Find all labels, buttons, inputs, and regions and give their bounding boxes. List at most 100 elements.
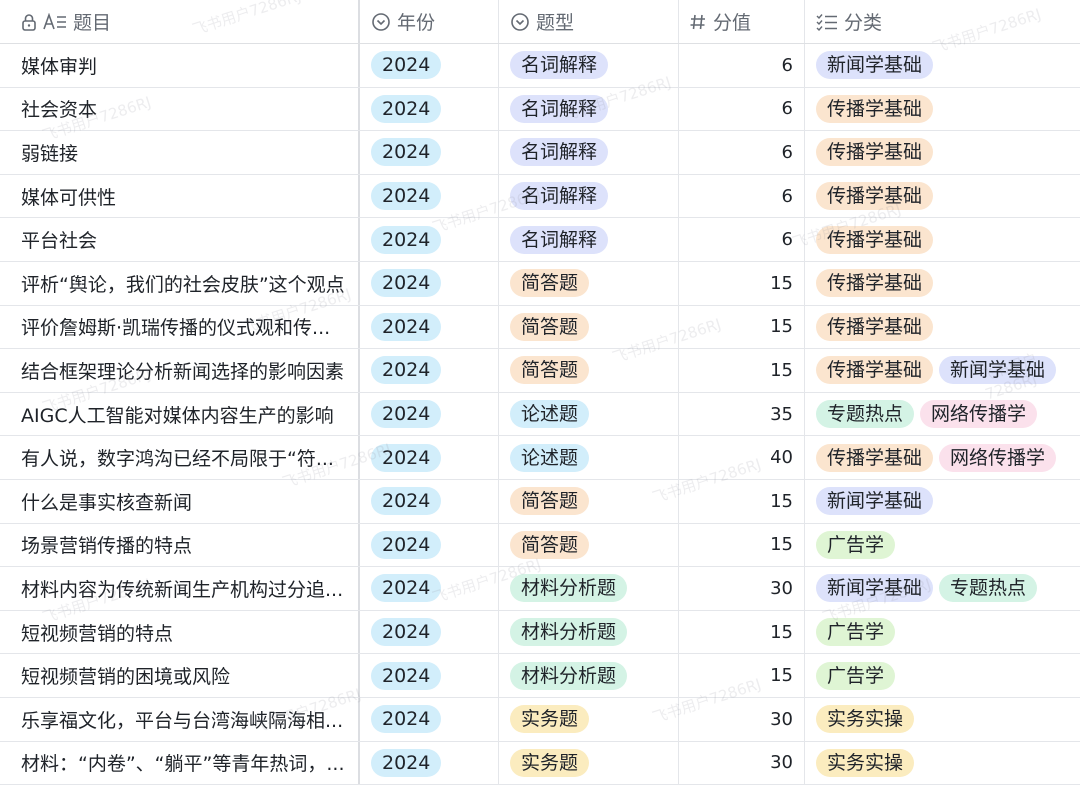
- column-header-category[interactable]: 分类: [805, 0, 1080, 43]
- cell-type[interactable]: 名词解释: [499, 175, 679, 218]
- table-row[interactable]: 平台社会2024名词解释6传播学基础: [0, 218, 1080, 262]
- cell-year[interactable]: 2024: [360, 436, 499, 479]
- cell-category[interactable]: 传播学基础: [805, 175, 1080, 218]
- cell-category[interactable]: 实务实操: [805, 698, 1080, 741]
- cell-type[interactable]: 材料分析题: [499, 567, 679, 610]
- cell-type[interactable]: 简答题: [499, 306, 679, 349]
- cell-year[interactable]: 2024: [360, 218, 499, 261]
- cell-type[interactable]: 材料分析题: [499, 611, 679, 654]
- cell-score[interactable]: 30: [679, 742, 805, 785]
- table-row[interactable]: 材料内容为传统新闻生产机构过分追...2024材料分析题30新闻学基础专题热点: [0, 567, 1080, 611]
- cell-category[interactable]: 广告学: [805, 611, 1080, 654]
- cell-type[interactable]: 简答题: [499, 480, 679, 523]
- cell-category[interactable]: 传播学基础: [805, 306, 1080, 349]
- cell-type[interactable]: 实务题: [499, 698, 679, 741]
- cell-category[interactable]: 广告学: [805, 524, 1080, 567]
- table-row[interactable]: AIGC人工智能对媒体内容生产的影响2024论述题35专题热点网络传播学: [0, 393, 1080, 437]
- table-row[interactable]: 乐享福文化，平台与台湾海峡隔海相...2024实务题30实务实操: [0, 698, 1080, 742]
- cell-score[interactable]: 15: [679, 262, 805, 305]
- cell-score[interactable]: 15: [679, 611, 805, 654]
- cell-score[interactable]: 15: [679, 524, 805, 567]
- cell-category[interactable]: 新闻学基础: [805, 44, 1080, 87]
- table-row[interactable]: 结合框架理论分析新闻选择的影响因素2024简答题15传播学基础新闻学基础: [0, 349, 1080, 393]
- table-row[interactable]: 媒体审判2024名词解释6新闻学基础: [0, 44, 1080, 88]
- table-row[interactable]: 场景营销传播的特点2024简答题15广告学: [0, 524, 1080, 568]
- cell-score[interactable]: 6: [679, 218, 805, 261]
- cell-category[interactable]: 专题热点网络传播学: [805, 393, 1080, 436]
- cell-year[interactable]: 2024: [360, 698, 499, 741]
- cell-title[interactable]: 场景营销传播的特点: [0, 524, 360, 567]
- cell-title[interactable]: 材料：“内卷”、“躺平”等青年热词，...: [0, 742, 360, 785]
- cell-title[interactable]: 平台社会: [0, 218, 360, 261]
- table-row[interactable]: 评析“舆论，我们的社会皮肤”这个观点2024简答题15传播学基础: [0, 262, 1080, 306]
- cell-type[interactable]: 论述题: [499, 436, 679, 479]
- table-row[interactable]: 评价詹姆斯·凯瑞传播的仪式观和传...2024简答题15传播学基础: [0, 306, 1080, 350]
- cell-category[interactable]: 传播学基础新闻学基础: [805, 349, 1080, 392]
- cell-title[interactable]: 什么是事实核查新闻: [0, 480, 360, 523]
- cell-score[interactable]: 40: [679, 436, 805, 479]
- cell-category[interactable]: 传播学基础: [805, 262, 1080, 305]
- table-row[interactable]: 材料：“内卷”、“躺平”等青年热词，...2024实务题30实务实操: [0, 742, 1080, 785]
- cell-score[interactable]: 35: [679, 393, 805, 436]
- cell-score[interactable]: 15: [679, 654, 805, 697]
- cell-score[interactable]: 15: [679, 480, 805, 523]
- cell-year[interactable]: 2024: [360, 393, 499, 436]
- table-row[interactable]: 媒体可供性2024名词解释6传播学基础: [0, 175, 1080, 219]
- column-header-type[interactable]: 题型: [499, 0, 679, 43]
- cell-title[interactable]: 媒体审判: [0, 44, 360, 87]
- cell-type[interactable]: 材料分析题: [499, 654, 679, 697]
- cell-title[interactable]: 评析“舆论，我们的社会皮肤”这个观点: [0, 262, 360, 305]
- cell-category[interactable]: 广告学: [805, 654, 1080, 697]
- cell-year[interactable]: 2024: [360, 654, 499, 697]
- table-row[interactable]: 弱链接2024名词解释6传播学基础: [0, 131, 1080, 175]
- cell-score[interactable]: 6: [679, 175, 805, 218]
- cell-category[interactable]: 传播学基础: [805, 88, 1080, 131]
- cell-score[interactable]: 15: [679, 349, 805, 392]
- cell-title[interactable]: AIGC人工智能对媒体内容生产的影响: [0, 393, 360, 436]
- cell-year[interactable]: 2024: [360, 349, 499, 392]
- table-row[interactable]: 什么是事实核查新闻2024简答题15新闻学基础: [0, 480, 1080, 524]
- column-header-score[interactable]: 分值: [679, 0, 805, 43]
- cell-type[interactable]: 简答题: [499, 524, 679, 567]
- cell-type[interactable]: 简答题: [499, 262, 679, 305]
- cell-type[interactable]: 名词解释: [499, 218, 679, 261]
- cell-type[interactable]: 名词解释: [499, 88, 679, 131]
- cell-category[interactable]: 传播学基础: [805, 218, 1080, 261]
- cell-category[interactable]: 新闻学基础: [805, 480, 1080, 523]
- cell-type[interactable]: 论述题: [499, 393, 679, 436]
- table-row[interactable]: 短视频营销的特点2024材料分析题15广告学: [0, 611, 1080, 655]
- cell-year[interactable]: 2024: [360, 175, 499, 218]
- cell-type[interactable]: 名词解释: [499, 131, 679, 174]
- cell-year[interactable]: 2024: [360, 131, 499, 174]
- cell-year[interactable]: 2024: [360, 611, 499, 654]
- column-header-title[interactable]: 题目: [0, 0, 360, 43]
- cell-title[interactable]: 乐享福文化，平台与台湾海峡隔海相...: [0, 698, 360, 741]
- cell-title[interactable]: 社会资本: [0, 88, 360, 131]
- cell-category[interactable]: 传播学基础网络传播学: [805, 436, 1080, 479]
- cell-score[interactable]: 6: [679, 88, 805, 131]
- cell-year[interactable]: 2024: [360, 306, 499, 349]
- cell-category[interactable]: 传播学基础: [805, 131, 1080, 174]
- cell-category[interactable]: 新闻学基础专题热点: [805, 567, 1080, 610]
- cell-score[interactable]: 30: [679, 567, 805, 610]
- cell-title[interactable]: 材料内容为传统新闻生产机构过分追...: [0, 567, 360, 610]
- cell-year[interactable]: 2024: [360, 567, 499, 610]
- cell-title[interactable]: 媒体可供性: [0, 175, 360, 218]
- cell-year[interactable]: 2024: [360, 480, 499, 523]
- cell-title[interactable]: 短视频营销的特点: [0, 611, 360, 654]
- cell-year[interactable]: 2024: [360, 524, 499, 567]
- table-row[interactable]: 有人说，数字鸿沟已经不局限于“符...2024论述题40传播学基础网络传播学: [0, 436, 1080, 480]
- cell-year[interactable]: 2024: [360, 742, 499, 785]
- cell-type[interactable]: 名词解释: [499, 44, 679, 87]
- cell-year[interactable]: 2024: [360, 44, 499, 87]
- cell-title[interactable]: 结合框架理论分析新闻选择的影响因素: [0, 349, 360, 392]
- cell-title[interactable]: 弱链接: [0, 131, 360, 174]
- column-header-year[interactable]: 年份: [360, 0, 499, 43]
- cell-title[interactable]: 有人说，数字鸿沟已经不局限于“符...: [0, 436, 360, 479]
- cell-type[interactable]: 简答题: [499, 349, 679, 392]
- cell-year[interactable]: 2024: [360, 262, 499, 305]
- cell-score[interactable]: 15: [679, 306, 805, 349]
- table-row[interactable]: 社会资本2024名词解释6传播学基础: [0, 88, 1080, 132]
- cell-title[interactable]: 评价詹姆斯·凯瑞传播的仪式观和传...: [0, 306, 360, 349]
- cell-year[interactable]: 2024: [360, 88, 499, 131]
